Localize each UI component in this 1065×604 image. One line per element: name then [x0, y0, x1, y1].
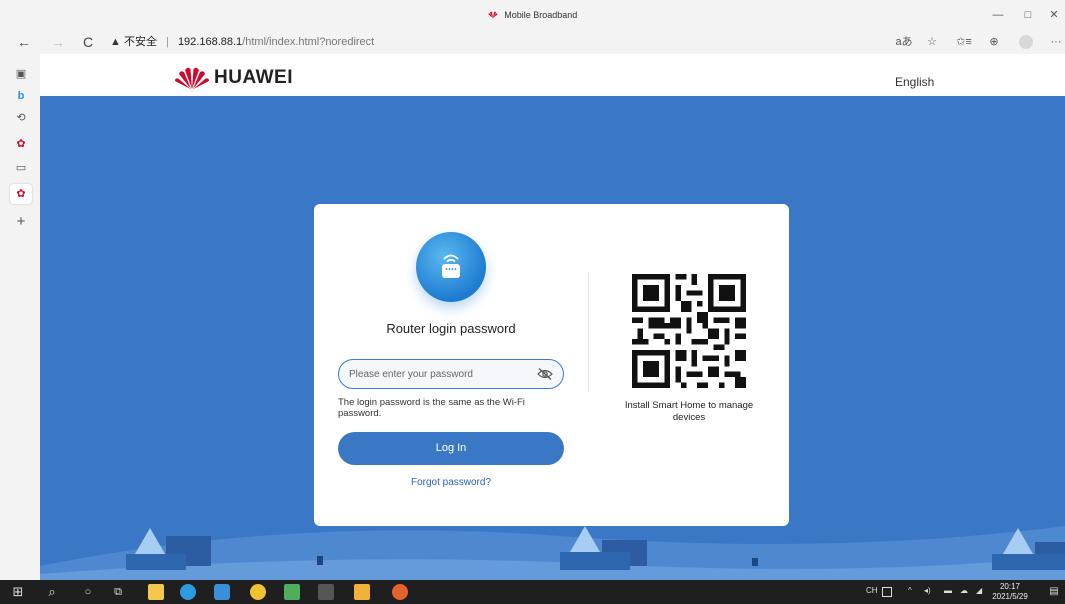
tab-title: Mobile Broadband: [504, 10, 578, 20]
router-icon: [416, 232, 486, 302]
brand-name: HUAWEI: [214, 67, 293, 88]
password-input[interactable]: [349, 366, 529, 382]
file-explorer-icon[interactable]: [354, 584, 370, 600]
more-icon[interactable]: ···: [1046, 33, 1065, 51]
huawei-favicon-icon: [488, 11, 498, 18]
password-hint: The login password is the same as the Wi…: [338, 397, 525, 419]
hide-password-icon[interactable]: [537, 367, 553, 381]
search-icon[interactable]: ⌕: [44, 584, 60, 600]
system-clock[interactable]: 20:17 2021/5/29: [990, 582, 1030, 602]
close-button[interactable]: ✕: [1044, 6, 1064, 24]
clock-time: 20:17: [999, 582, 1021, 591]
qr-code: [632, 274, 746, 388]
tab-icon[interactable]: ▭: [10, 158, 32, 178]
bing-tab-icon[interactable]: b: [10, 86, 32, 106]
volume-icon[interactable]: ◂): [924, 586, 931, 595]
router-glyph-icon: [442, 254, 460, 278]
favorites-icon[interactable]: ✩≡: [954, 33, 974, 51]
network-icon[interactable]: ▬: [944, 586, 952, 595]
ime-indicator[interactable]: CH: [866, 586, 878, 595]
qr-caption: Install Smart Home to manage devices: [624, 400, 754, 423]
notification-icon[interactable]: ▤: [1046, 584, 1062, 600]
forward-button[interactable]: →: [48, 32, 68, 52]
new-tab-icon[interactable]: +: [10, 212, 32, 232]
collections-icon[interactable]: ⊕: [984, 33, 1004, 51]
huawei-logo-icon: [175, 67, 209, 89]
url-host: 192.168.88.1: [177, 36, 243, 48]
app-icon[interactable]: [318, 584, 334, 600]
language-selector[interactable]: English: [895, 75, 934, 89]
app-icon[interactable]: [214, 584, 230, 600]
cortana-icon[interactable]: ○: [80, 584, 96, 600]
tab-icon[interactable]: ⟲: [10, 108, 32, 128]
wifi-icon[interactable]: ◢: [976, 586, 982, 595]
back-button[interactable]: ←: [14, 32, 34, 52]
clock-date: 2021/5/29: [992, 592, 1028, 601]
login-heading: Router login password: [386, 321, 516, 336]
reload-button[interactable]: C: [78, 32, 98, 52]
huawei-active-tab-icon[interactable]: ✿: [10, 184, 32, 204]
window-title: Mobile Broadband: [0, 10, 1065, 20]
huawei-tab-icon[interactable]: ✿: [10, 134, 32, 154]
security-label[interactable]: 不安全: [124, 36, 157, 48]
page-header: HUAWEI English: [40, 54, 1065, 96]
add-favorite-icon[interactable]: ☆: [922, 33, 942, 51]
firefox-app-icon[interactable]: [392, 584, 408, 600]
tray-chevron-icon[interactable]: ^: [908, 586, 912, 595]
navigation-bar: ← → C ▲ 不安全 | 192.168.88.1/html/index.ht…: [0, 30, 1065, 54]
start-icon[interactable]: ⊞: [10, 584, 26, 600]
page-body: Router login password The login password…: [40, 96, 1065, 580]
login-card: Router login password The login password…: [314, 204, 789, 526]
maximize-button[interactable]: □: [1018, 6, 1038, 24]
login-button[interactable]: Log In: [338, 432, 564, 465]
app-icon[interactable]: [284, 584, 300, 600]
edge-app-icon[interactable]: [180, 584, 196, 600]
tab-actions-icon[interactable]: ▣: [10, 64, 32, 84]
address-bar[interactable]: ▲ 不安全 | 192.168.88.1/html/index.html?nor…: [110, 33, 710, 51]
url-path: /html/index.html?noredirect: [242, 36, 375, 48]
profile-avatar[interactable]: [1019, 35, 1033, 49]
store-app-icon[interactable]: [148, 584, 164, 600]
huawei-logo: HUAWEI: [174, 66, 293, 90]
taskbar: ⊞ ⌕ ○ ⧉ CH ^ ◂) ▬ ☁ ◢ 20:17 2021/5/29 ▤: [0, 580, 1065, 604]
url-separator: |: [166, 36, 169, 48]
read-aloud-icon[interactable]: aあ: [894, 33, 914, 51]
onedrive-icon[interactable]: ☁: [960, 586, 968, 595]
forgot-password-link[interactable]: Forgot password?: [338, 477, 564, 488]
app-icon[interactable]: [250, 584, 266, 600]
password-field[interactable]: [338, 359, 564, 389]
task-view-icon[interactable]: ⧉: [110, 584, 126, 600]
title-bar: Mobile Broadband — □ ✕: [0, 0, 1065, 30]
browser-window: Mobile Broadband — □ ✕ ← → C ▲ 不安全 | 192…: [0, 0, 1065, 604]
warning-icon: ▲: [110, 36, 121, 48]
minimize-button[interactable]: —: [988, 6, 1008, 24]
card-divider: [588, 272, 589, 392]
keyboard-icon[interactable]: [882, 587, 892, 597]
vertical-tabs: ▣ b ⟲ ✿ ▭ ✿ +: [0, 54, 40, 580]
